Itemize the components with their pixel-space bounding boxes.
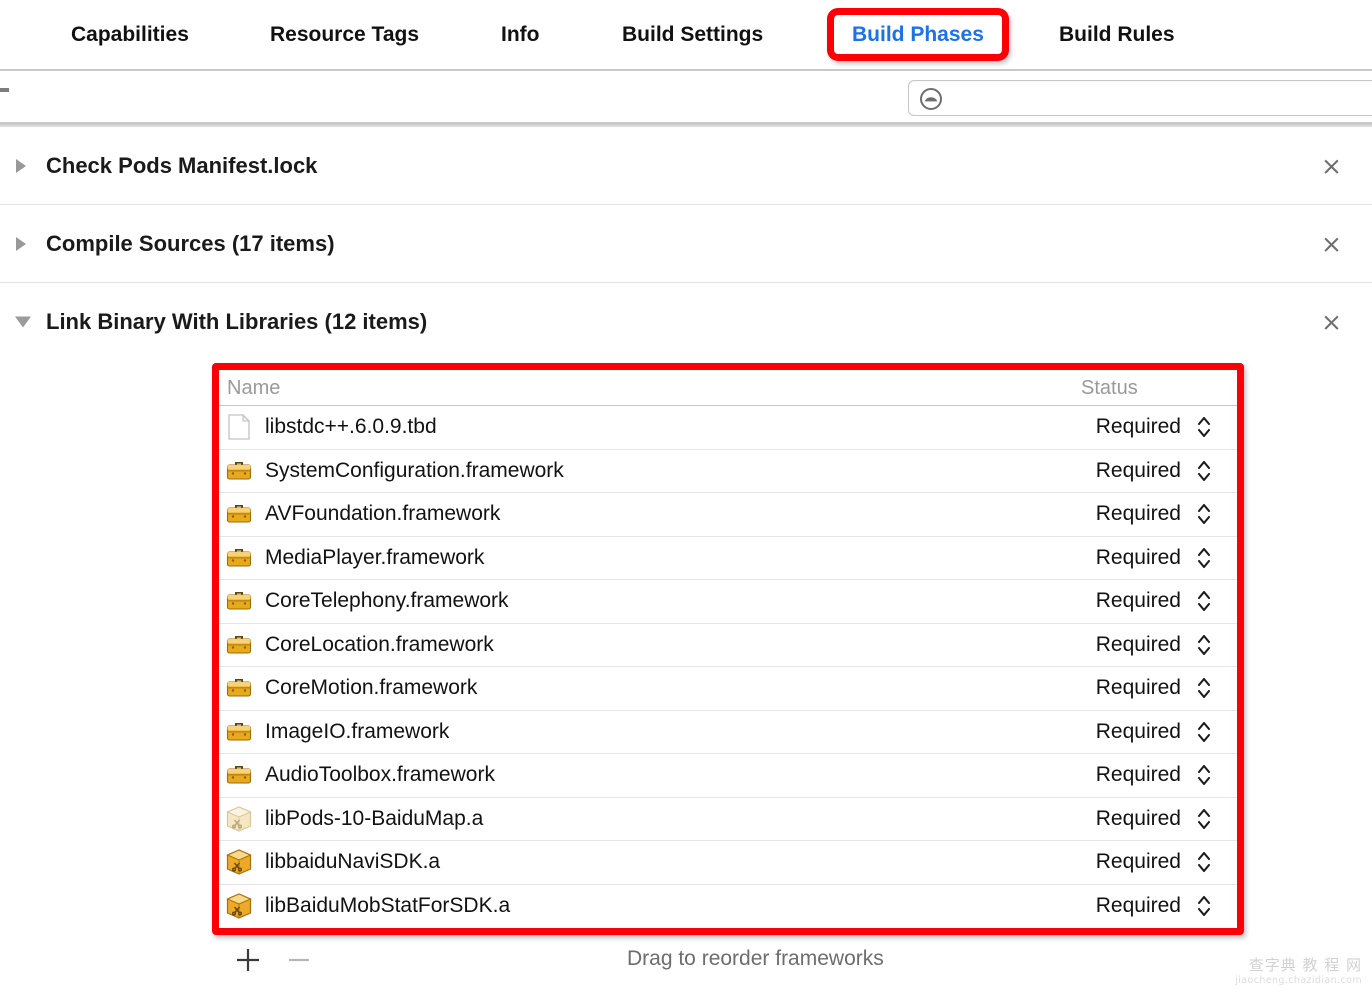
tab-build-rules[interactable]: Build Rules bbox=[1059, 0, 1175, 69]
library-status-value[interactable]: Required bbox=[1096, 676, 1181, 700]
framework-toolbox-icon bbox=[225, 500, 253, 528]
library-name: libBaiduMobStatForSDK.a bbox=[265, 894, 510, 918]
site-watermark: 查字典 教 程 网 jiaocheng.chazidian.com bbox=[1180, 954, 1362, 986]
link-binary-libraries-table: Name Status libstdc++.6.0.9.tbdRequiredS… bbox=[219, 370, 1237, 928]
chevron-right-icon[interactable] bbox=[16, 159, 26, 173]
library-status-value[interactable]: Required bbox=[1096, 633, 1181, 657]
status-stepper-icon[interactable] bbox=[1195, 587, 1213, 615]
status-stepper-icon[interactable] bbox=[1195, 544, 1213, 572]
framework-toolbox-icon bbox=[225, 674, 253, 702]
search-icon bbox=[919, 87, 943, 111]
tab-info[interactable]: Info bbox=[501, 0, 539, 69]
table-row[interactable]: CoreLocation.framework Required bbox=[219, 624, 1237, 668]
library-status-value[interactable]: Required bbox=[1096, 502, 1181, 526]
build-phases-list: Check Pods Manifest.lock×Compile Sources… bbox=[0, 125, 1372, 360]
table-row[interactable]: SystemConfiguration.framework Required bbox=[219, 450, 1237, 494]
status-stepper-icon[interactable] bbox=[1195, 457, 1213, 485]
library-name: AudioToolbox.framework bbox=[265, 763, 495, 787]
chevron-down-icon[interactable] bbox=[15, 316, 31, 327]
library-name: libPods-10-BaiduMap.a bbox=[265, 807, 483, 831]
status-stepper-icon[interactable] bbox=[1195, 631, 1213, 659]
table-row[interactable]: libbaiduNaviSDK.a Required bbox=[219, 841, 1237, 885]
xcode-build-phases-pane: Capabilities Resource Tags Info Build Setti… bbox=[0, 0, 1372, 992]
tab-capabilities[interactable]: Capabilities bbox=[71, 0, 189, 69]
status-stepper-icon[interactable] bbox=[1195, 805, 1213, 833]
static-library-icon bbox=[225, 848, 253, 876]
status-stepper-icon[interactable] bbox=[1195, 674, 1213, 702]
library-status-value[interactable]: Required bbox=[1096, 807, 1181, 831]
library-status-value[interactable]: Required bbox=[1096, 720, 1181, 744]
library-name: CoreTelephony.framework bbox=[265, 589, 509, 613]
table-row[interactable]: CoreMotion.framework Required bbox=[219, 667, 1237, 711]
framework-toolbox-icon bbox=[225, 457, 253, 485]
library-name: AVFoundation.framework bbox=[265, 502, 500, 526]
build-phase-title: Compile Sources (17 items) bbox=[46, 231, 335, 257]
watermark-line-1: 查字典 教 程 网 bbox=[1180, 954, 1362, 975]
close-icon[interactable]: × bbox=[1321, 231, 1342, 256]
framework-toolbox-icon bbox=[225, 587, 253, 615]
clipped-left-marker bbox=[0, 88, 9, 92]
library-name: libbaiduNaviSDK.a bbox=[265, 850, 440, 874]
search-input[interactable] bbox=[951, 81, 1372, 115]
build-phase-row[interactable]: Check Pods Manifest.lock × bbox=[0, 127, 1372, 204]
library-name: MediaPlayer.framework bbox=[265, 546, 484, 570]
phase-footer-bar: Drag to reorder frameworks bbox=[0, 936, 1372, 992]
table-row[interactable]: libPods-10-BaiduMap.a Required bbox=[219, 798, 1237, 842]
library-status-value[interactable]: Required bbox=[1096, 589, 1181, 613]
chevron-right-icon[interactable] bbox=[16, 237, 26, 251]
status-stepper-icon[interactable] bbox=[1195, 718, 1213, 746]
library-status-value[interactable]: Required bbox=[1096, 850, 1181, 874]
drag-to-reorder-hint: Drag to reorder frameworks bbox=[627, 947, 884, 971]
close-icon[interactable]: × bbox=[1321, 153, 1342, 178]
tab-resource-tags[interactable]: Resource Tags bbox=[270, 0, 419, 69]
status-stepper-icon[interactable] bbox=[1195, 761, 1213, 789]
library-status-value[interactable]: Required bbox=[1096, 459, 1181, 483]
watermark-line-2: jiaocheng.chazidian.com bbox=[1180, 975, 1362, 986]
library-status-value[interactable]: Required bbox=[1096, 546, 1181, 570]
table-header-row: Name Status bbox=[219, 370, 1237, 406]
framework-toolbox-icon bbox=[225, 761, 253, 789]
table-row[interactable]: AudioToolbox.framework Required bbox=[219, 754, 1237, 798]
framework-toolbox-icon bbox=[225, 544, 253, 572]
framework-toolbox-icon bbox=[225, 718, 253, 746]
static-library-icon bbox=[225, 892, 253, 920]
remove-library-button[interactable] bbox=[285, 946, 313, 974]
library-name: CoreMotion.framework bbox=[265, 676, 477, 700]
phases-toolbar bbox=[0, 71, 1372, 125]
table-row[interactable]: AVFoundation.framework Required bbox=[219, 493, 1237, 537]
tab-build-phases[interactable]: Build Phases bbox=[852, 0, 984, 69]
table-row[interactable]: libBaiduMobStatForSDK.a Required bbox=[219, 885, 1237, 929]
static-library-icon-dim bbox=[225, 805, 253, 833]
status-stepper-icon[interactable] bbox=[1195, 892, 1213, 920]
build-phase-row[interactable]: Link Binary With Libraries (12 items) × bbox=[0, 283, 1372, 360]
library-name: SystemConfiguration.framework bbox=[265, 459, 564, 483]
filter-search-field[interactable] bbox=[908, 80, 1372, 116]
table-row[interactable]: ImageIO.framework Required bbox=[219, 711, 1237, 755]
library-name: libstdc++.6.0.9.tbd bbox=[265, 415, 437, 439]
status-stepper-icon[interactable] bbox=[1195, 413, 1213, 441]
status-stepper-icon[interactable] bbox=[1195, 848, 1213, 876]
library-name: ImageIO.framework bbox=[265, 720, 449, 744]
close-icon[interactable]: × bbox=[1321, 309, 1342, 334]
table-row[interactable]: libstdc++.6.0.9.tbd Required bbox=[219, 406, 1237, 450]
add-library-button[interactable] bbox=[234, 946, 262, 974]
table-row[interactable]: MediaPlayer.framework Required bbox=[219, 537, 1237, 581]
library-status-value[interactable]: Required bbox=[1096, 415, 1181, 439]
library-status-value[interactable]: Required bbox=[1096, 894, 1181, 918]
framework-toolbox-icon bbox=[225, 631, 253, 659]
build-phase-title: Link Binary With Libraries (12 items) bbox=[46, 309, 427, 335]
column-header-status[interactable]: Status bbox=[1081, 377, 1138, 400]
library-status-value[interactable]: Required bbox=[1096, 763, 1181, 787]
status-stepper-icon[interactable] bbox=[1195, 500, 1213, 528]
document-icon bbox=[225, 413, 253, 441]
column-header-name[interactable]: Name bbox=[227, 377, 280, 400]
library-name: CoreLocation.framework bbox=[265, 633, 494, 657]
table-row[interactable]: CoreTelephony.framework Required bbox=[219, 580, 1237, 624]
tab-build-settings[interactable]: Build Settings bbox=[622, 0, 763, 69]
project-editor-tabbar: Capabilities Resource Tags Info Build Setti… bbox=[0, 0, 1372, 71]
table-body: libstdc++.6.0.9.tbdRequiredSystemConfigu… bbox=[219, 406, 1237, 928]
build-phase-row[interactable]: Compile Sources (17 items) × bbox=[0, 205, 1372, 282]
build-phase-title: Check Pods Manifest.lock bbox=[46, 153, 317, 179]
